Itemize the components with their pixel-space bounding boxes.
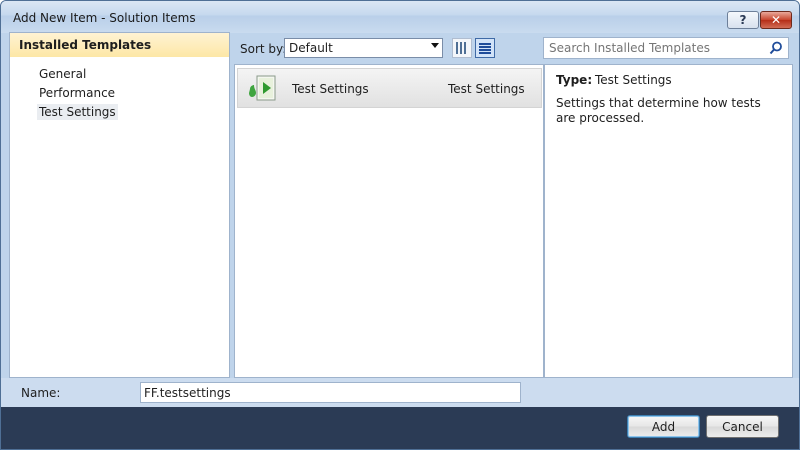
- medium-icons-view-icon: [456, 42, 468, 54]
- template-name: Test Settings: [292, 82, 369, 96]
- type-label: Type:: [556, 73, 593, 87]
- cancel-button[interactable]: Cancel: [706, 415, 779, 438]
- search-box[interactable]: [543, 37, 789, 59]
- search-input[interactable]: [549, 41, 764, 55]
- test-settings-icon: [249, 75, 276, 101]
- add-new-item-dialog: Add New Item - Solution Items ? ✕ Instal…: [0, 0, 800, 450]
- sort-by-value: Default: [289, 41, 333, 55]
- search-icon[interactable]: [769, 41, 783, 55]
- sort-by-dropdown[interactable]: Default: [284, 38, 443, 58]
- name-row: Name: FF.testsettings: [1, 378, 799, 407]
- close-button[interactable]: ✕: [760, 11, 792, 29]
- medium-icons-view-button[interactable]: [452, 38, 472, 58]
- name-field[interactable]: FF.testsettings: [140, 382, 521, 403]
- name-label: Name:: [21, 386, 61, 400]
- dialog-footer: Add Cancel: [1, 407, 799, 449]
- installed-templates-header[interactable]: Installed Templates: [10, 33, 229, 57]
- details-view-button[interactable]: [475, 38, 495, 58]
- template-categories-pane: Installed Templates General Performance …: [9, 32, 230, 378]
- template-category: Test Settings: [448, 82, 525, 96]
- close-icon: ✕: [770, 13, 782, 27]
- add-button[interactable]: Add: [627, 415, 700, 438]
- template-details-pane: Type: Test Settings Settings that determ…: [544, 64, 793, 378]
- tree-item-general[interactable]: General: [37, 66, 88, 82]
- help-button[interactable]: ?: [727, 11, 759, 29]
- template-list: Test Settings Test Settings: [234, 64, 544, 378]
- template-item-test-settings[interactable]: Test Settings Test Settings: [237, 68, 542, 108]
- window-title: Add New Item - Solution Items: [13, 11, 196, 25]
- tree-item-performance[interactable]: Performance: [37, 85, 117, 101]
- type-value: Test Settings: [595, 73, 672, 87]
- help-icon: ?: [739, 13, 747, 27]
- details-view-icon: [479, 42, 491, 54]
- template-description: Settings that determine how tests are pr…: [556, 96, 761, 125]
- sort-by-label: Sort by:: [240, 42, 287, 56]
- chevron-down-icon: [431, 43, 439, 48]
- tree-item-test-settings[interactable]: Test Settings: [37, 104, 118, 120]
- title-bar[interactable]: Add New Item - Solution Items ? ✕: [1, 1, 799, 33]
